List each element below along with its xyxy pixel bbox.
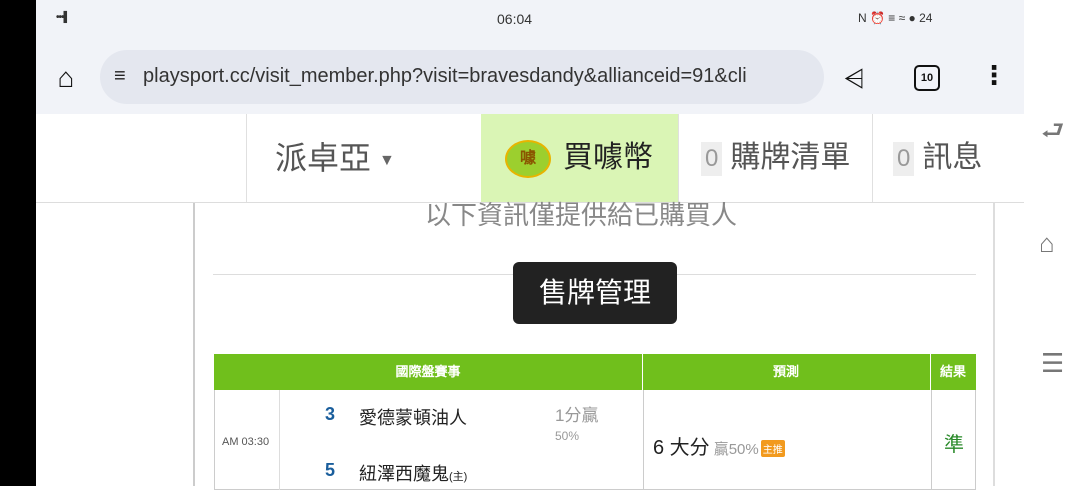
header-prediction: 預測	[642, 354, 931, 390]
cart-button[interactable]: 0 購牌清單	[678, 114, 872, 202]
match-time: AM 03:30	[222, 436, 270, 448]
buy-coin-button[interactable]: 噱買噱幣	[481, 114, 678, 202]
home-team-name: 紐澤西魔鬼(主)	[359, 460, 467, 486]
coin-icon: 噱	[505, 140, 551, 179]
table-header: 國際盤賽事 預測 結果	[214, 354, 976, 390]
share-icon[interactable]: ⩤	[844, 63, 865, 95]
prediction-win: 贏50%	[713, 441, 759, 458]
caret-down-icon: ▼	[379, 151, 395, 169]
cart-count-badge: 0	[701, 142, 723, 177]
back-icon[interactable]: ⮐	[1041, 112, 1064, 156]
prediction-value: 6 大分	[653, 437, 710, 459]
signal-icon: •••▌	[56, 12, 71, 23]
home-team-number: 5	[325, 460, 336, 480]
username: 派卓亞	[275, 140, 372, 176]
status-bar: •••▌ 06:04 N ⏰ ≡ ≈ ● 24	[36, 0, 1024, 42]
column-divider	[279, 390, 280, 490]
handicap: 1分贏 50%	[555, 406, 598, 446]
site-navbar: 派卓亞 ▼ 噱買噱幣 0 購牌清單 0 訊息	[36, 114, 1024, 203]
buy-coin-label: 買噱幣	[563, 141, 653, 174]
site-settings-icon[interactable]: ≡	[114, 65, 126, 88]
home-tag: (主)	[449, 471, 468, 483]
column-divider	[643, 390, 644, 490]
main-pick-badge: 主推	[760, 440, 785, 458]
status-icons: N ⏰ ≡ ≈ ● 24	[858, 11, 933, 25]
handicap-pct: 50%	[555, 429, 580, 443]
prediction: 6 大分 贏50% 主推	[653, 431, 785, 460]
home-team-name-text: 紐澤西魔鬼	[359, 464, 449, 484]
status-time: 06:04	[497, 11, 533, 27]
messages-button[interactable]: 0 訊息	[872, 114, 1024, 202]
url-bar[interactable]: ≡ playsport.cc/visit_member.php?visit=br…	[100, 50, 824, 104]
user-menu[interactable]: 派卓亞 ▼	[246, 114, 481, 202]
handicap-value: 1分贏	[555, 406, 599, 425]
main-content: 以下資訊僅提供給已購買人 售牌管理 國際盤賽事 預測 結果 AM 03:30 3…	[36, 200, 1024, 490]
message-count-badge: 0	[893, 142, 915, 177]
header-result: 結果	[939, 364, 966, 379]
messages-label: 訊息	[922, 141, 983, 174]
home-nav-icon[interactable]: ⌂	[1039, 228, 1055, 259]
url-text: playsport.cc/visit_member.php?visit=brav…	[143, 65, 747, 87]
result: 準	[944, 434, 964, 456]
recents-icon[interactable]: ☰	[1041, 348, 1064, 379]
browser-toolbar: ⌂ ≡ playsport.cc/visit_member.php?visit=…	[36, 42, 1024, 114]
home-icon[interactable]: ⌂	[50, 62, 82, 94]
header-events: 國際盤賽事	[214, 354, 643, 390]
left-black-bar	[0, 0, 36, 486]
sell-management-button[interactable]: 售牌管理	[513, 262, 677, 324]
cart-label: 購牌清單	[730, 141, 851, 174]
info-text: 以下資訊僅提供給已購買人	[425, 200, 738, 230]
away-team-name: 愛德蒙頓油人	[359, 408, 467, 428]
table-row: AM 03:30 3 愛德蒙頓油人 5 紐澤西魔鬼(主) 1分贏 50% 6 大…	[214, 390, 976, 490]
away-team-number: 3	[325, 404, 336, 424]
overflow-menu-icon[interactable]: ⋮	[981, 60, 1007, 91]
content-card: 以下資訊僅提供給已購買人 售牌管理 國際盤賽事 預測 結果 AM 03:30 3…	[193, 200, 995, 490]
tab-switcher-button[interactable]: 10	[914, 65, 940, 91]
